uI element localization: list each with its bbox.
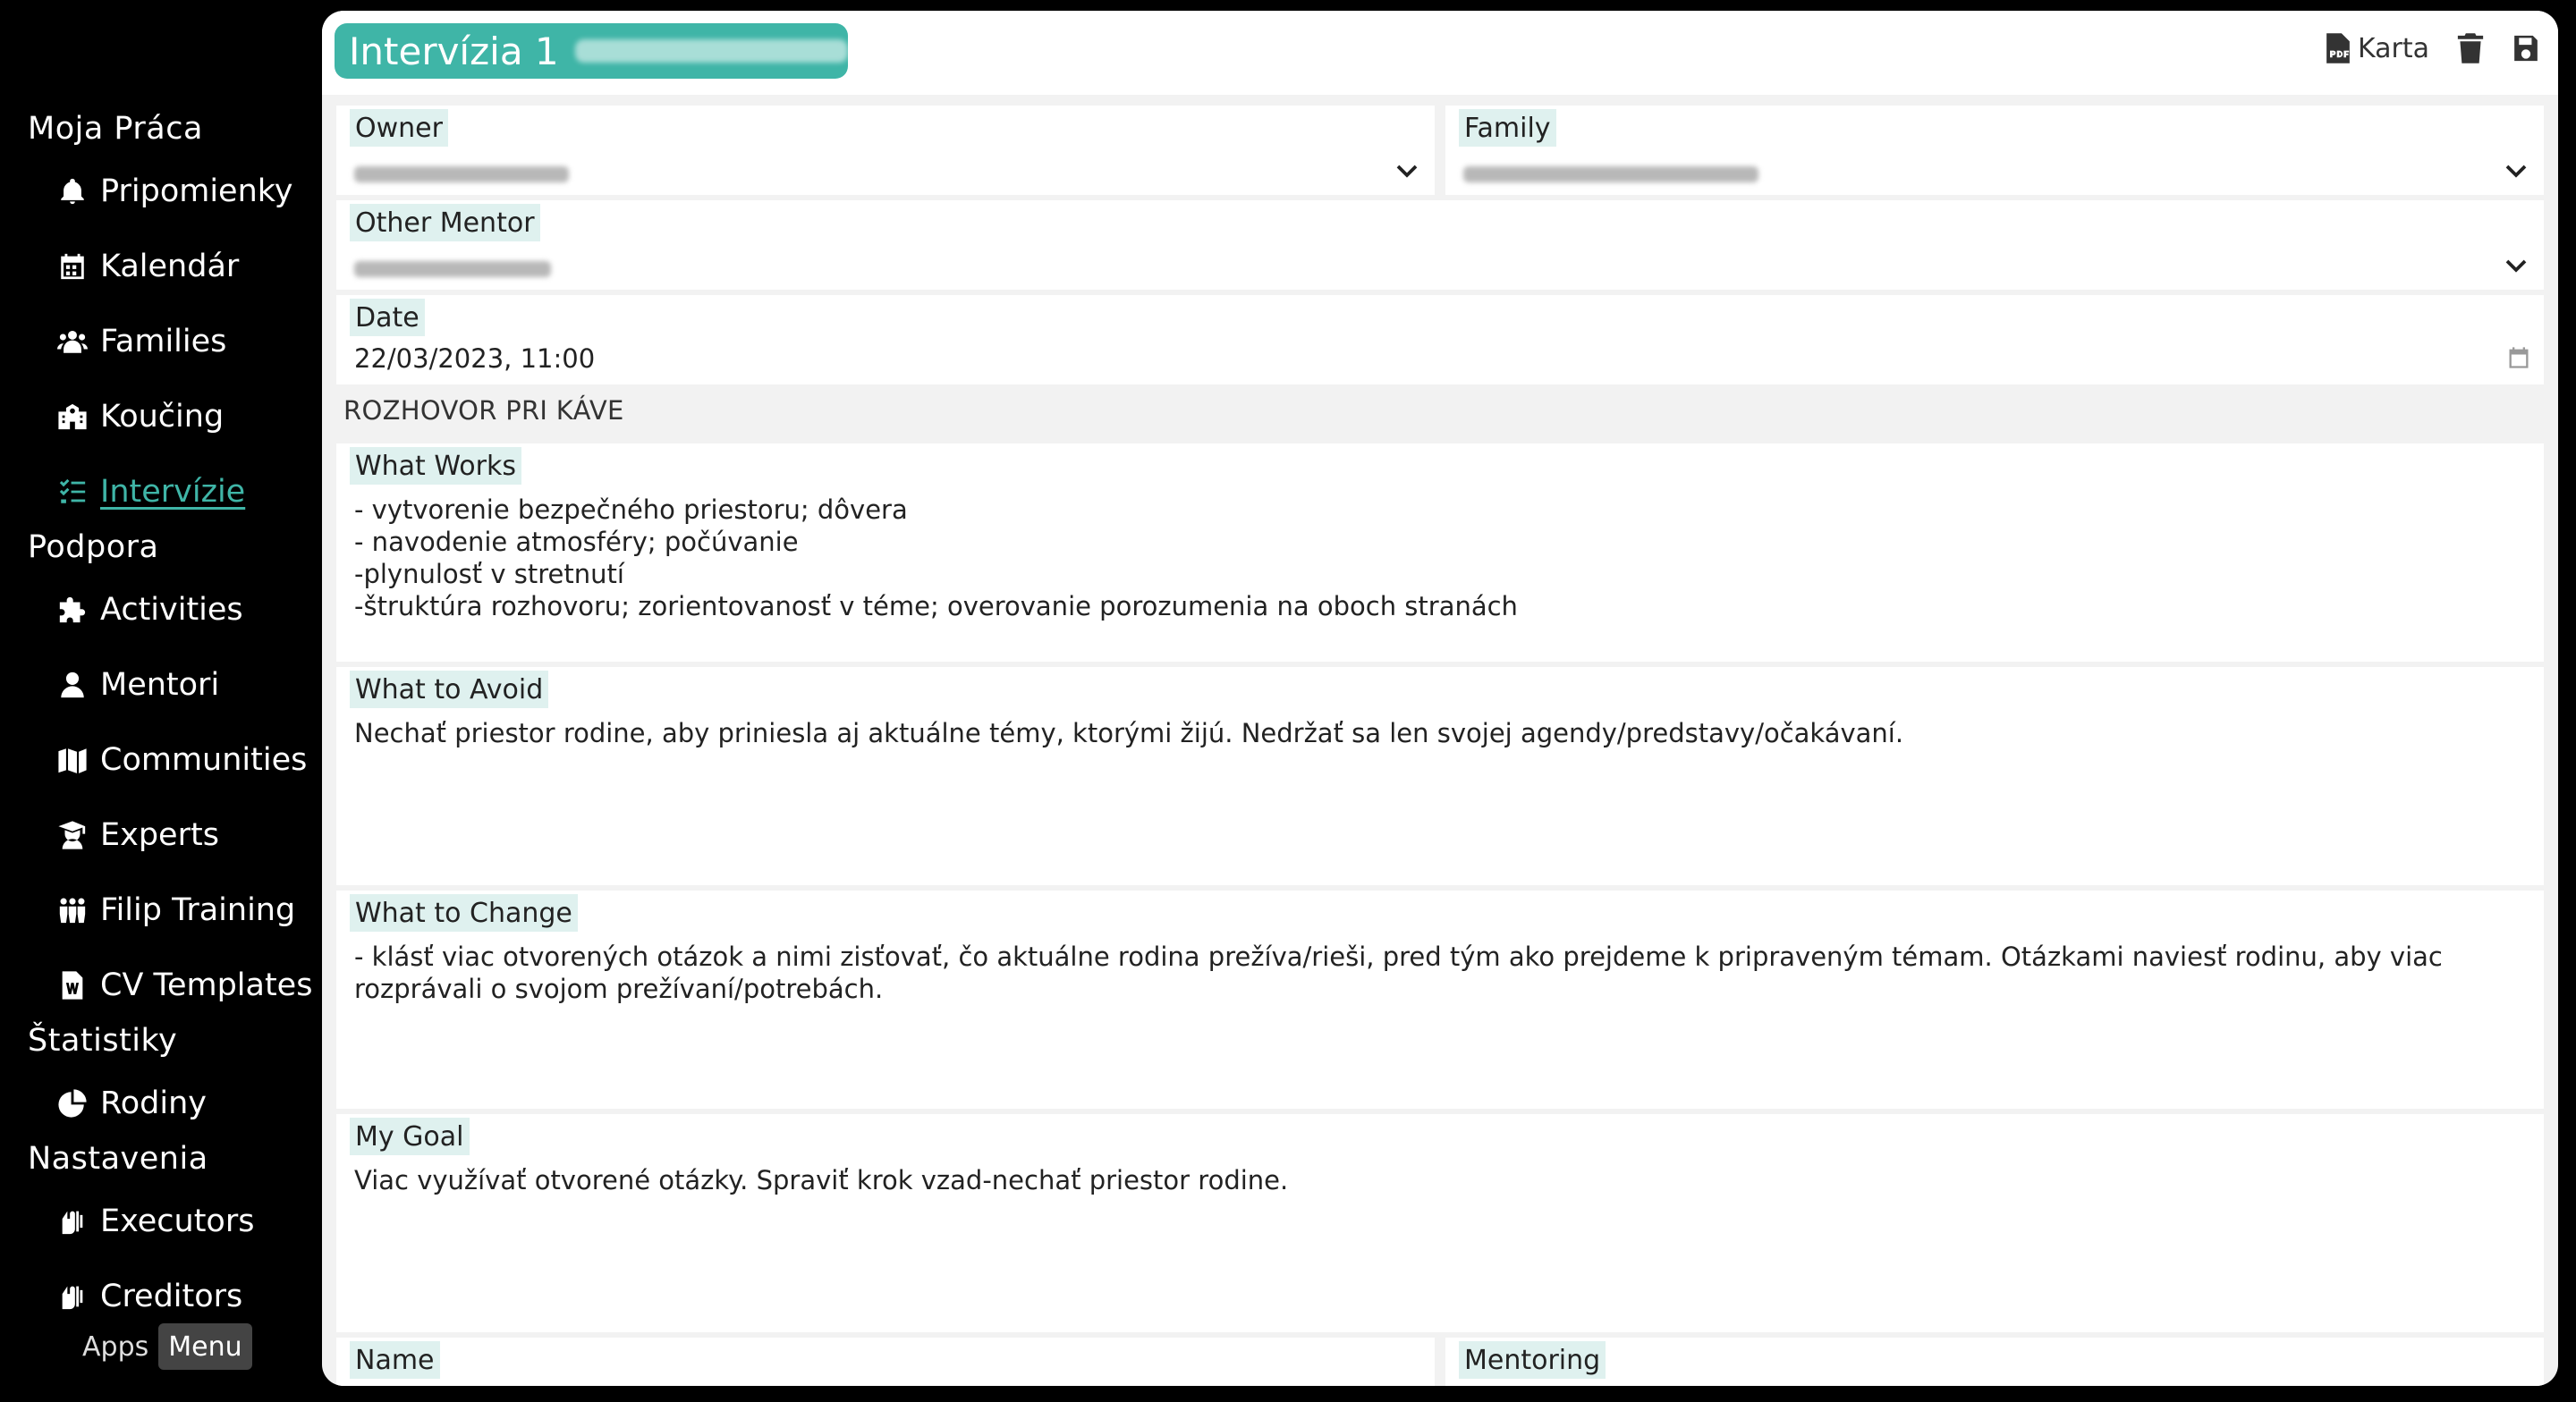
owner-field[interactable]: Owner bbox=[336, 106, 1435, 195]
hands-icon bbox=[55, 1204, 89, 1238]
apps-menu-toggle: Apps Menu bbox=[72, 1323, 252, 1370]
my-goal-field[interactable]: My Goal Viac využívať otvorené otázky. S… bbox=[336, 1114, 2544, 1332]
bell-icon bbox=[55, 174, 89, 208]
what-to-change-field[interactable]: What to Change - klásť viac otvorených o… bbox=[336, 891, 2544, 1109]
sidebar-item-label: Experts bbox=[100, 817, 219, 853]
sidebar-item-cv-templates[interactable]: CV Templates bbox=[55, 960, 312, 1010]
section-title-nastavenia: Nastavenia bbox=[28, 1141, 208, 1177]
owner-label: Owner bbox=[350, 109, 448, 147]
sidebar-item-filip-training[interactable]: Filip Training bbox=[55, 885, 295, 935]
apps-toggle-button[interactable]: Apps bbox=[72, 1323, 158, 1370]
interview-type-value: ROZHOVOR PRI KÁVE bbox=[343, 395, 624, 426]
family-value-redacted bbox=[1463, 166, 1758, 182]
sidebar-item-label: Mentori bbox=[100, 667, 220, 703]
sidebar-item-label: Executors bbox=[100, 1204, 255, 1239]
sidebar-item-creditors[interactable]: Creditors bbox=[55, 1271, 242, 1322]
what-to-change-textarea[interactable]: - klásť viac otvorených otázok a nimi zi… bbox=[354, 941, 2535, 1005]
what-to-avoid-label: What to Avoid bbox=[350, 671, 549, 708]
title-redacted-name bbox=[574, 39, 848, 63]
calendar-icon bbox=[55, 249, 89, 283]
date-value[interactable]: 22/03/2023, 11:00 bbox=[354, 343, 595, 374]
sidebar-item-label: Pripomienky bbox=[100, 173, 293, 209]
map-icon bbox=[55, 743, 89, 777]
family-field[interactable]: Family bbox=[1445, 106, 2544, 195]
hands-icon bbox=[55, 1280, 89, 1313]
school-icon bbox=[55, 400, 89, 434]
chevron-down-icon[interactable] bbox=[1394, 157, 1420, 184]
mentoring-field[interactable]: Mentoring bbox=[1445, 1338, 2544, 1386]
header-actions: Karta bbox=[2297, 32, 2540, 64]
what-works-field[interactable]: What Works - vytvorenie bezpečného pries… bbox=[336, 443, 2544, 662]
owner-value-redacted bbox=[354, 166, 569, 182]
date-field[interactable]: Date 22/03/2023, 11:00 bbox=[336, 295, 2544, 384]
date-label: Date bbox=[350, 299, 425, 336]
puzzle-icon bbox=[55, 593, 89, 627]
graduate-icon bbox=[55, 818, 89, 852]
section-title-statistiky: Štatistiky bbox=[28, 1023, 178, 1059]
sidebar-item-mentori[interactable]: Mentori bbox=[55, 660, 219, 710]
sidebar-item-activities[interactable]: Activities bbox=[55, 585, 243, 635]
sidebar: Moja Práca Pripomienky Kalendár Families… bbox=[0, 0, 322, 1402]
sidebar-item-label: Filip Training bbox=[100, 892, 296, 928]
sidebar-item-label: Activities bbox=[100, 592, 243, 628]
pdf-file-icon bbox=[2326, 33, 2350, 63]
page-title-text: Intervízia 1 bbox=[349, 29, 559, 73]
what-to-avoid-textarea[interactable]: Nechať priestor rodine, aby priniesla aj… bbox=[354, 717, 2535, 749]
pdf-card-label: Karta bbox=[2357, 32, 2429, 64]
sidebar-item-label: Intervízie bbox=[100, 474, 246, 510]
calendar-icon[interactable] bbox=[2506, 345, 2531, 370]
sidebar-item-label: Rodiny bbox=[100, 1085, 207, 1121]
name-label: Name bbox=[350, 1341, 440, 1379]
sidebar-item-kalendar[interactable]: Kalendár bbox=[55, 241, 239, 291]
sidebar-item-rodiny[interactable]: Rodiny bbox=[55, 1078, 207, 1128]
sidebar-item-executors[interactable]: Executors bbox=[55, 1196, 254, 1246]
other-mentor-value-redacted bbox=[354, 261, 551, 277]
sidebar-item-koucing[interactable]: Koučing bbox=[55, 392, 224, 442]
sidebar-item-intervizie[interactable]: Intervízie bbox=[55, 467, 245, 517]
chevron-down-icon[interactable] bbox=[2503, 252, 2529, 279]
pdf-card-button[interactable]: Karta bbox=[2324, 32, 2429, 64]
my-goal-label: My Goal bbox=[350, 1118, 470, 1155]
chevron-down-icon[interactable] bbox=[2503, 157, 2529, 184]
family-label: Family bbox=[1459, 109, 1556, 147]
sidebar-item-label: Creditors bbox=[100, 1279, 243, 1314]
header-bar: Intervízia 1 Karta bbox=[322, 11, 2558, 95]
sidebar-item-label: Kalendár bbox=[100, 249, 240, 284]
other-mentor-field[interactable]: Other Mentor bbox=[336, 200, 2544, 290]
sidebar-item-label: CV Templates bbox=[100, 967, 313, 1003]
sidebar-item-label: Families bbox=[100, 324, 227, 359]
what-to-avoid-field[interactable]: What to Avoid Nechať priestor rodine, ab… bbox=[336, 667, 2544, 885]
pie-chart-icon bbox=[55, 1086, 89, 1120]
page-title: Intervízia 1 bbox=[335, 23, 848, 79]
main-panel: Intervízia 1 Karta Owner Family Other Me… bbox=[322, 11, 2558, 1386]
people-group-icon bbox=[55, 893, 89, 927]
what-works-textarea[interactable]: - vytvorenie bezpečného priestoru; dôver… bbox=[354, 494, 2535, 622]
trash-icon bbox=[2457, 33, 2484, 63]
what-to-change-label: What to Change bbox=[350, 894, 578, 932]
my-goal-textarea[interactable]: Viac využívať otvorené otázky. Spraviť k… bbox=[354, 1164, 2535, 1196]
section-title-moja-praca: Moja Práca bbox=[28, 111, 203, 147]
word-file-icon bbox=[55, 968, 89, 1002]
sidebar-item-families[interactable]: Families bbox=[55, 317, 226, 367]
delete-button[interactable] bbox=[2456, 32, 2485, 64]
sidebar-item-experts[interactable]: Experts bbox=[55, 810, 219, 860]
name-field[interactable]: Name bbox=[336, 1338, 1435, 1386]
other-mentor-label: Other Mentor bbox=[350, 204, 540, 241]
sidebar-item-pripomienky[interactable]: Pripomienky bbox=[55, 166, 293, 216]
tasks-icon bbox=[55, 475, 89, 509]
floppy-disk-icon bbox=[2514, 35, 2538, 62]
menu-toggle-button[interactable]: Menu bbox=[158, 1323, 252, 1370]
mentoring-label: Mentoring bbox=[1459, 1341, 1606, 1379]
users-icon bbox=[55, 325, 89, 359]
section-title-podpora: Podpora bbox=[28, 529, 159, 565]
sidebar-item-communities[interactable]: Communities bbox=[55, 735, 307, 785]
what-works-label: What Works bbox=[350, 447, 521, 485]
sidebar-item-label: Koučing bbox=[100, 399, 225, 435]
user-icon bbox=[55, 668, 89, 702]
save-button[interactable] bbox=[2512, 32, 2540, 64]
sidebar-item-label: Communities bbox=[100, 742, 308, 778]
